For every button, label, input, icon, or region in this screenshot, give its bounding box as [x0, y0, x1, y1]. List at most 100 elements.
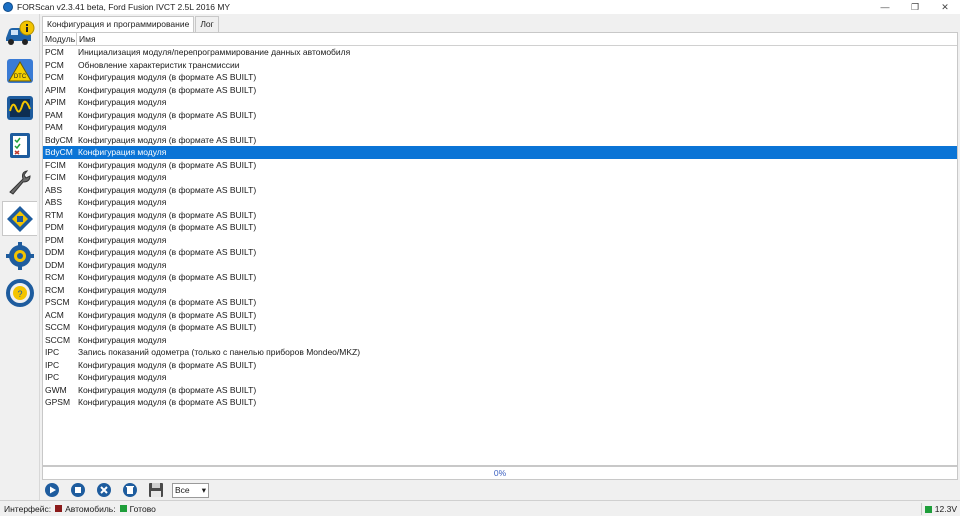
cell-name: Конфигурация модуля (в формате AS BUILT): [78, 72, 257, 83]
cell-name: Конфигурация модуля: [78, 197, 167, 208]
table-row[interactable]: ACM Конфигурация модуля (в формате AS BUI…: [43, 309, 957, 322]
sidebar-item-dtc[interactable]: DTC: [2, 53, 37, 88]
forscan-app-icon: [3, 2, 13, 12]
table-row[interactable]: FCIM Конфигурация модуля (в формате AS BU…: [43, 159, 957, 172]
column-header-module[interactable]: Модуль: [43, 33, 77, 45]
cell-module: PCM: [45, 72, 64, 83]
sidebar-item-config-programming[interactable]: [2, 201, 37, 236]
sidebar-item-vehicle-info[interactable]: [2, 16, 37, 51]
help-wheel-icon: ?: [5, 278, 34, 307]
tab-config-programming[interactable]: Конфигурация и программирование: [42, 16, 195, 33]
column-header-name[interactable]: Имя: [77, 33, 96, 45]
cell-module: GWM: [45, 384, 67, 395]
table-header: Модуль Имя: [43, 33, 957, 46]
cell-module: DDM: [45, 259, 65, 270]
filter-select[interactable]: Все ▾: [172, 482, 209, 498]
cell-name: Конфигурация модуля (в формате AS BUILT): [78, 159, 257, 170]
cell-module: FCIM: [45, 172, 66, 183]
table-row[interactable]: RTM Конфигурация модуля (в формате AS BUI…: [43, 209, 957, 222]
table-row[interactable]: FCIM Конфигурация модуля: [43, 171, 957, 184]
cell-name: Конфигурация модуля (в формате AS BUILT): [78, 247, 257, 258]
cell-name: Конфигурация модуля (в формате AS BUILT): [78, 297, 257, 308]
gear-icon: [5, 241, 34, 270]
cell-name: Конфигурация модуля (в формате AS BUILT): [78, 134, 257, 145]
window-controls: — ❐ ✕: [870, 0, 960, 14]
cell-name: Конфигурация модуля (в формате AS BUILT): [78, 84, 257, 95]
cell-name: Конфигурация модуля (в формате AS BUILT): [78, 184, 257, 195]
delete-button[interactable]: [120, 481, 140, 499]
voltage-readout: 12.3V: [920, 503, 957, 515]
table-row[interactable]: GWM Конфигурация модуля (в формате AS BUI…: [43, 384, 957, 397]
filter-selected-value: Все: [175, 485, 190, 495]
delete-icon: [123, 483, 137, 497]
progress-bar: 0%: [42, 466, 958, 480]
window-title: FORScan v2.3.41 beta, Ford Fusion IVCT 2…: [17, 2, 231, 12]
cell-module: RCM: [45, 272, 65, 283]
table-row[interactable]: SCCM Конфигурация модуля: [43, 334, 957, 347]
cell-name: Инициализация модуля/перепрограммировани…: [78, 47, 351, 58]
table-row[interactable]: RCM Конфигурация модуля (в формате AS BUI…: [43, 271, 957, 284]
tab-bar: Конфигурация и программирование Лог: [42, 16, 220, 33]
cell-module: SCCM: [45, 322, 71, 333]
table-row[interactable]: BdyCM Конфигурация модуля (в формате AS B…: [43, 134, 957, 147]
cell-name: Конфигурация модуля: [78, 147, 167, 158]
cell-module: GPSM: [45, 397, 71, 408]
table-row[interactable]: PCM Инициализация модуля/перепрограммиров…: [43, 46, 957, 59]
table-row[interactable]: PDM Конфигурация модуля: [43, 234, 957, 247]
minimize-button[interactable]: —: [870, 0, 900, 14]
stop-button[interactable]: [68, 481, 88, 499]
cell-name: Конфигурация модуля: [78, 97, 167, 108]
table-row[interactable]: IPC Запись показаний одометра (только с п…: [43, 346, 957, 359]
table-row[interactable]: DDM Конфигурация модуля: [43, 259, 957, 272]
svg-text:?: ?: [17, 289, 22, 299]
cell-name: Конфигурация модуля: [78, 122, 167, 133]
table-row[interactable]: PCM Конфигурация модуля (в формате AS BUI…: [43, 71, 957, 84]
table-row[interactable]: ABS Конфигурация модуля (в формате AS BUI…: [43, 184, 957, 197]
cell-module: IPC: [45, 359, 60, 370]
cell-name: Конфигурация модуля: [78, 172, 167, 183]
cell-name: Конфигурация модуля (в формате AS BUILT): [78, 322, 257, 333]
table-row[interactable]: SCCM Конфигурация модуля (в формате AS BU…: [43, 321, 957, 334]
cell-name: Конфигурация модуля: [78, 284, 167, 295]
cell-name: Конфигурация модуля (в формате AS BUILT): [78, 222, 257, 233]
sidebar-item-oscilloscope[interactable]: [2, 90, 37, 125]
save-button[interactable]: [146, 481, 166, 499]
close-button[interactable]: ✕: [930, 0, 960, 14]
table-row[interactable]: RCM Конфигурация модуля: [43, 284, 957, 297]
table-row[interactable]: IPC Конфигурация модуля (в формате AS BUI…: [43, 359, 957, 372]
maximize-button[interactable]: ❐: [900, 0, 930, 14]
cell-module: FCIM: [45, 159, 66, 170]
cell-name: Конфигурация модуля: [78, 334, 167, 345]
cell-module: PAM: [45, 122, 63, 133]
sidebar-item-tests[interactable]: [2, 127, 37, 162]
cell-module: DDM: [45, 247, 65, 258]
table-row[interactable]: PAM Конфигурация модуля: [43, 121, 957, 134]
cell-name: Конфигурация модуля (в формате AS BUILT): [78, 397, 257, 408]
tab-log[interactable]: Лог: [195, 16, 219, 32]
table-row[interactable]: PCM Обновление характеристик трансмиссии: [43, 59, 957, 72]
cancel-button[interactable]: [94, 481, 114, 499]
voltage-indicator: [924, 505, 932, 513]
cell-module: ACM: [45, 309, 64, 320]
checklist-icon: [9, 132, 30, 158]
table-row[interactable]: PDM Конфигурация модуля (в формате AS BUI…: [43, 221, 957, 234]
cell-module: PCM: [45, 59, 64, 70]
table-row[interactable]: APIM Конфигурация модуля: [43, 96, 957, 109]
table-row[interactable]: BdyCM Конфигурация модуля: [43, 146, 957, 159]
table-row[interactable]: IPC Конфигурация модуля: [43, 371, 957, 384]
table-row[interactable]: DDM Конфигурация модуля (в формате AS BUI…: [43, 246, 957, 259]
table-row[interactable]: ABS Конфигурация модуля: [43, 196, 957, 209]
table-row[interactable]: PSCM Конфигурация модуля (в формате AS BU…: [43, 296, 957, 309]
run-button[interactable]: [42, 481, 62, 499]
table-row[interactable]: PAM Конфигурация модуля (в формате AS BUI…: [43, 109, 957, 122]
oscilloscope-icon: [6, 95, 33, 120]
table-row[interactable]: APIM Конфигурация модуля (в формате AS BU…: [43, 84, 957, 97]
vehicle-status-indicator: [119, 505, 127, 512]
cell-name: Обновление характеристик трансмиссии: [78, 59, 240, 70]
cell-name: Конфигурация модуля: [78, 259, 167, 270]
table-row[interactable]: GPSM Конфигурация модуля (в формате AS BU…: [43, 396, 957, 409]
sidebar-item-service[interactable]: [2, 164, 37, 199]
sidebar-item-help[interactable]: ?: [2, 275, 37, 310]
status-bar: Интерфейс: Автомобиль: Готово 12.3V: [0, 500, 960, 516]
sidebar-item-settings[interactable]: [2, 238, 37, 273]
